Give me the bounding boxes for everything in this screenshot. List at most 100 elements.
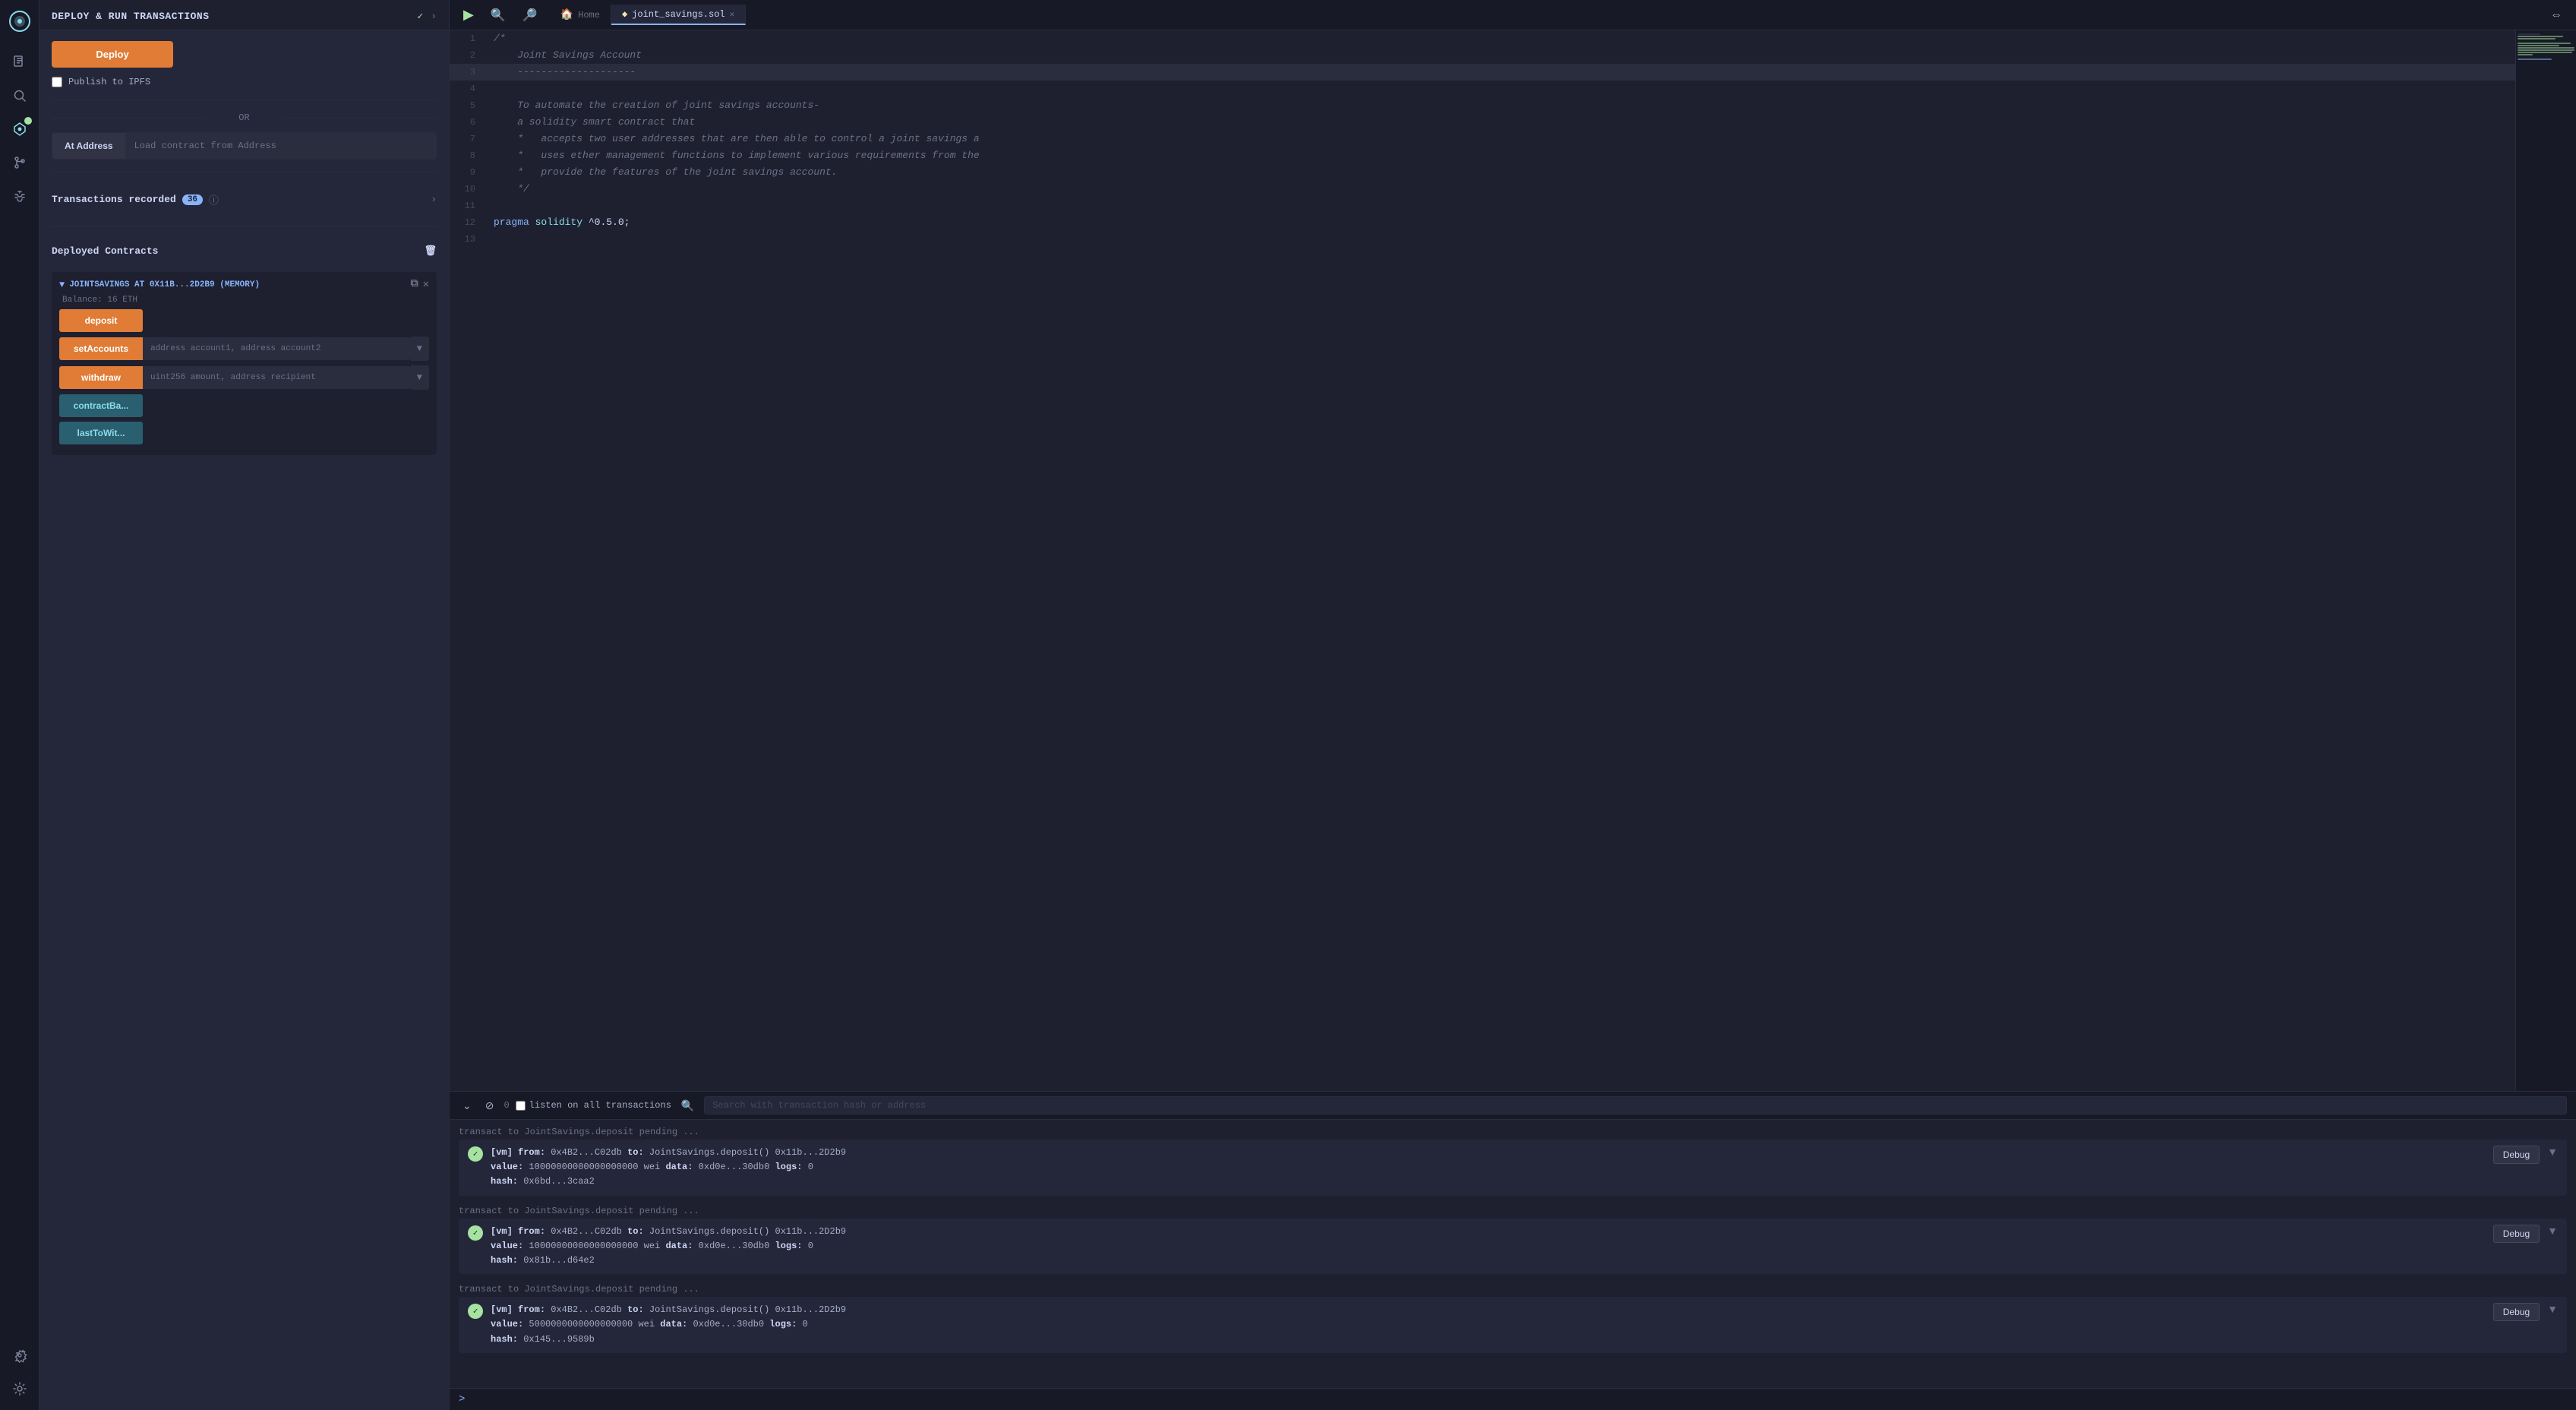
contract-chevron-down-icon[interactable]: ▼ xyxy=(59,280,65,290)
code-editor: 1 /* 2 Joint Savings Account 3 ---------… xyxy=(450,30,2515,1091)
tab-home-label: Home xyxy=(578,10,600,21)
search-sidebar-icon[interactable] xyxy=(5,81,35,111)
sidebar-panel: DEPLOY & RUN TRANSACTIONS ✓ › Deploy Pub… xyxy=(39,0,450,1410)
code-line-11: 11 xyxy=(450,198,2515,214)
expand-msg-3-icon[interactable]: ▼ xyxy=(2547,1303,2558,1315)
git-icon[interactable] xyxy=(5,147,35,178)
editor-toolbar: ▶ 🔍 🔎 🏠 Home ◆ joint_savings.sol ✕ ⇔ xyxy=(450,0,2576,30)
main-area: ▶ 🔍 🔎 🏠 Home ◆ joint_savings.sol ✕ ⇔ xyxy=(450,0,2576,1410)
console-input-row: > xyxy=(450,1388,2576,1410)
transactions-expand-icon[interactable]: › xyxy=(431,194,437,205)
settings-tools-icon[interactable] xyxy=(5,1340,35,1370)
console-msg-2: transact to JointSavings.deposit pending… xyxy=(459,1203,2567,1275)
set-accounts-input[interactable] xyxy=(143,337,411,360)
withdraw-row: withdraw ▼ xyxy=(59,365,429,390)
tab-joint-savings-label: joint_savings.sol xyxy=(632,9,724,20)
at-address-row: At Address xyxy=(52,132,437,160)
icon-bar xyxy=(0,0,39,1410)
contract-name: JOINTSAVINGS AT 0X11B...2D2B9 (MEMORY) xyxy=(69,280,406,289)
contract-item: ▼ JOINTSAVINGS AT 0X11B...2D2B9 (MEMORY)… xyxy=(52,272,437,455)
zoom-in-button[interactable]: 🔎 xyxy=(518,5,542,25)
check-icon: ✓ xyxy=(417,11,423,22)
tab-home[interactable]: 🏠 Home xyxy=(550,5,611,25)
publish-ipfs-row: Publish to IPFS xyxy=(52,77,437,87)
tab-close-icon[interactable]: ✕ xyxy=(730,9,735,20)
trash-icon[interactable]: 🗑 xyxy=(424,245,437,257)
tx-msg-3: ✓ [vm] from: 0x4B2...C02db to: JointSavi… xyxy=(459,1297,2567,1353)
success-icon-2: ✓ xyxy=(468,1225,483,1241)
files-icon[interactable] xyxy=(5,47,35,77)
info-icon[interactable]: ⓘ xyxy=(209,192,219,207)
success-icon-3: ✓ xyxy=(468,1304,483,1319)
transactions-count-badge: 36 xyxy=(182,194,203,205)
code-line-13: 13 xyxy=(450,231,2515,248)
withdraw-button[interactable]: withdraw xyxy=(59,366,143,389)
contract-item-header: ▼ JOINTSAVINGS AT 0X11B...2D2B9 (MEMORY)… xyxy=(59,278,429,291)
sidebar-content: Deploy Publish to IPFS OR At Address Tra… xyxy=(39,30,449,466)
console-collapse-icon[interactable]: ⌄ xyxy=(459,1098,475,1114)
deploy-button[interactable]: Deploy xyxy=(52,41,173,68)
deploy-badge xyxy=(24,117,32,125)
contract-balance-button[interactable]: contractBa... xyxy=(59,394,143,417)
code-line-9: 9 * provide the features of the joint sa… xyxy=(450,164,2515,181)
withdraw-dropdown-icon[interactable]: ▼ xyxy=(411,365,429,390)
zoom-out-button[interactable]: 🔍 xyxy=(486,5,510,25)
debug-button-2[interactable]: Debug xyxy=(2493,1225,2540,1243)
file-icon: ◆ xyxy=(622,8,627,20)
at-address-button[interactable]: At Address xyxy=(52,133,125,159)
code-line-2: 2 Joint Savings Account xyxy=(450,47,2515,64)
transactions-header: Transactions recorded 36 ⓘ › xyxy=(52,185,437,214)
pending-msg-2: transact to JointSavings.deposit pending… xyxy=(459,1203,2567,1219)
expand-msg-1-icon[interactable]: ▼ xyxy=(2547,1146,2558,1158)
transactions-label: Transactions recorded xyxy=(52,194,176,205)
code-line-1: 1 /* xyxy=(450,30,2515,47)
file-tabs: 🏠 Home ◆ joint_savings.sol ✕ xyxy=(550,5,2538,25)
code-line-3: 3 -------------------- xyxy=(450,64,2515,81)
withdraw-input[interactable] xyxy=(143,366,411,389)
divider-3 xyxy=(52,226,437,227)
console-count: 0 xyxy=(504,1100,509,1111)
listen-label: listen on all transactions xyxy=(529,1100,671,1111)
search-console-icon[interactable]: 🔍 xyxy=(677,1098,698,1114)
minimap xyxy=(2515,30,2576,1091)
close-contract-icon[interactable]: ✕ xyxy=(423,278,429,291)
console-toolbar: ⌄ ⊘ 0 listen on all transactions 🔍 xyxy=(450,1092,2576,1120)
code-line-8: 8 * uses ether management functions to i… xyxy=(450,147,2515,164)
arrow-right-icon[interactable]: › xyxy=(431,11,437,22)
copy-icon[interactable]: ⧉ xyxy=(411,278,418,291)
code-line-7: 7 * accepts two user addresses that are … xyxy=(450,131,2515,147)
console-search-input[interactable] xyxy=(704,1096,2567,1114)
set-accounts-button[interactable]: setAccounts xyxy=(59,337,143,360)
set-accounts-dropdown-icon[interactable]: ▼ xyxy=(411,337,429,361)
listen-all-checkbox[interactable] xyxy=(516,1101,526,1111)
pending-msg-1: transact to JointSavings.deposit pending… xyxy=(459,1124,2567,1140)
expand-editor-icon[interactable]: ⇔ xyxy=(2546,6,2567,24)
code-line-12: 12 pragma solidity ^0.5.0; xyxy=(450,214,2515,231)
console-messages: transact to JointSavings.deposit pending… xyxy=(450,1120,2576,1388)
deployed-contracts-header: Deployed Contracts 🗑 xyxy=(52,239,437,263)
tx-content-3: [vm] from: 0x4B2...C02db to: JointSaving… xyxy=(491,1303,2486,1347)
expand-msg-2-icon[interactable]: ▼ xyxy=(2547,1225,2558,1237)
tx-msg-2: ✓ [vm] from: 0x4B2...C02db to: JointSavi… xyxy=(459,1219,2567,1275)
code-line-5: 5 To automate the creation of joint savi… xyxy=(450,97,2515,114)
publish-ipfs-checkbox[interactable] xyxy=(52,77,62,87)
contract-balance-row: contractBa... xyxy=(59,394,429,417)
contract-balance: Balance: 16 ETH xyxy=(59,296,429,305)
code-line-6: 6 a solidity smart contract that xyxy=(450,114,2515,131)
at-address-input[interactable] xyxy=(125,133,436,159)
code-line-10: 10 */ xyxy=(450,181,2515,198)
editor-area: 1 /* 2 Joint Savings Account 3 ---------… xyxy=(450,30,2576,1091)
deposit-row: deposit xyxy=(59,309,429,332)
last-to-withdraw-button[interactable]: lastToWit... xyxy=(59,422,143,444)
debug-sidebar-icon[interactable] xyxy=(5,181,35,211)
deposit-button[interactable]: deposit xyxy=(59,309,143,332)
debug-button-1[interactable]: Debug xyxy=(2493,1146,2540,1164)
deploy-icon[interactable] xyxy=(5,114,35,144)
code-line-4: 4 xyxy=(450,81,2515,97)
console-clear-icon[interactable]: ⊘ xyxy=(481,1098,498,1114)
debug-button-3[interactable]: Debug xyxy=(2493,1303,2540,1321)
play-button[interactable]: ▶ xyxy=(459,5,478,25)
tab-joint-savings[interactable]: ◆ joint_savings.sol ✕ xyxy=(611,5,746,25)
gear-icon[interactable] xyxy=(5,1374,35,1404)
minimap-lines xyxy=(2516,30,2576,63)
